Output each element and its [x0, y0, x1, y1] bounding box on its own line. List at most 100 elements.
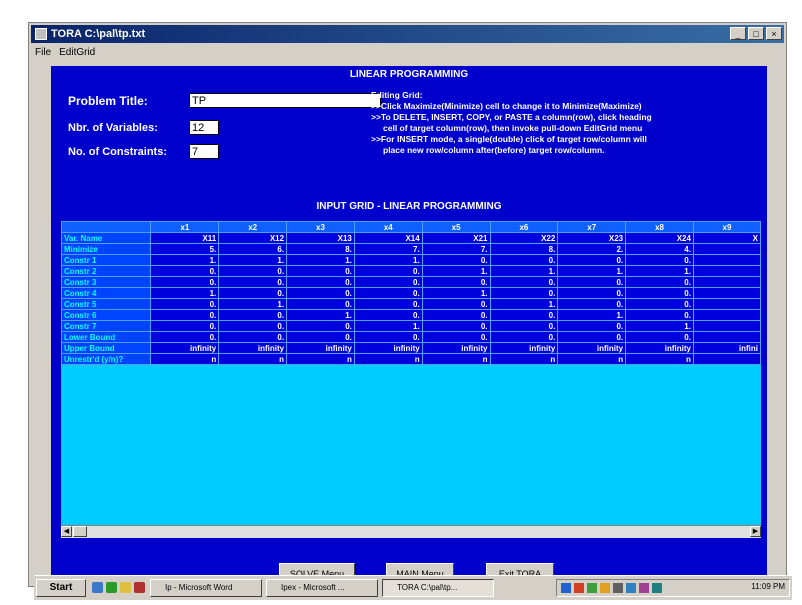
grid-corner[interactable] [61, 221, 152, 233]
grid-cell[interactable]: 0. [150, 309, 220, 321]
grid-cell[interactable] [692, 265, 761, 277]
grid-cell[interactable]: 0. [421, 309, 491, 321]
grid-cell[interactable]: 0. [625, 298, 694, 310]
grid-cell[interactable]: 0. [286, 276, 355, 288]
grid-cell[interactable]: X12 [218, 232, 288, 244]
grid-cell[interactable]: 0. [218, 331, 288, 343]
column-header[interactable]: x5 [421, 221, 491, 233]
grid-cell[interactable]: 0. [218, 265, 288, 277]
row-header[interactable]: Constr 5 [61, 298, 152, 310]
row-header[interactable]: Constr 6 [61, 309, 152, 321]
grid-cell[interactable]: 0. [353, 309, 423, 321]
grid-cell[interactable] [692, 353, 761, 365]
grid-cell[interactable]: 1. [421, 265, 491, 277]
grid-cell[interactable]: 0. [150, 331, 220, 343]
grid-cell[interactable]: infini [692, 342, 761, 354]
grid-cell[interactable]: n [286, 353, 355, 365]
grid-cell[interactable]: n [150, 353, 220, 365]
tray-update-icon[interactable] [587, 583, 597, 593]
grid-cell[interactable]: 1. [150, 254, 220, 266]
grid-cell[interactable]: 0. [150, 276, 220, 288]
column-header[interactable]: x1 [150, 221, 220, 233]
grid-cell[interactable]: 1. [489, 298, 559, 310]
grid-cell[interactable]: 6. [218, 243, 288, 255]
menu-editgrid[interactable]: EditGrid [59, 47, 95, 58]
app-launch-icon[interactable] [134, 582, 145, 593]
row-header[interactable]: Lower Bound [61, 331, 152, 343]
folder-icon[interactable] [120, 582, 131, 593]
grid-cell[interactable]: 0. [218, 276, 288, 288]
grid-cell[interactable]: 0. [557, 320, 627, 332]
desktop-icon[interactable] [106, 582, 117, 593]
menu-file[interactable]: File [35, 47, 51, 58]
grid-cell[interactable]: 8. [286, 243, 355, 255]
grid-cell[interactable]: infinity [557, 342, 627, 354]
grid-cell[interactable]: n [489, 353, 559, 365]
grid-cell[interactable]: X13 [286, 232, 355, 244]
row-header[interactable]: Constr 4 [61, 287, 152, 299]
grid-cell[interactable]: n [421, 353, 491, 365]
grid-cell[interactable]: 0. [286, 298, 355, 310]
grid-cell[interactable]: infinity [150, 342, 220, 354]
grid-cell[interactable] [692, 243, 761, 255]
grid-cell[interactable]: X11 [150, 232, 220, 244]
grid-cell[interactable]: 7. [421, 243, 491, 255]
task-tora[interactable]: TORA C:\pal\tp... [382, 579, 494, 597]
maximize-button[interactable]: □ [748, 27, 764, 40]
grid-cell[interactable]: infinity [625, 342, 694, 354]
grid-cell[interactable]: 0. [150, 320, 220, 332]
ie-icon[interactable] [92, 582, 103, 593]
row-header[interactable]: Unrestr'd (y/n)? [61, 353, 152, 365]
grid-cell[interactable]: 0. [557, 298, 627, 310]
grid-cell[interactable]: 1. [353, 254, 423, 266]
grid-cell[interactable]: 1. [625, 320, 694, 332]
grid-cell[interactable]: 4. [625, 243, 694, 255]
grid-cell[interactable]: 0. [557, 287, 627, 299]
grid-cell[interactable]: 0. [353, 298, 423, 310]
grid-cell[interactable]: 0. [218, 320, 288, 332]
column-header[interactable]: x2 [218, 221, 288, 233]
grid-cell[interactable]: 2. [557, 243, 627, 255]
grid-cell[interactable]: X24 [625, 232, 694, 244]
grid-cell[interactable]: 0. [421, 254, 491, 266]
scroll-left-icon[interactable]: ◀ [61, 526, 72, 537]
row-header[interactable]: Minimize [61, 243, 152, 255]
grid-cell[interactable]: 0. [625, 254, 694, 266]
grid-cell[interactable]: 0. [557, 331, 627, 343]
row-header[interactable]: Constr 1 [61, 254, 152, 266]
grid-cell[interactable]: X22 [489, 232, 559, 244]
grid-cell[interactable]: 1. [150, 287, 220, 299]
grid-cell[interactable]: 1. [218, 254, 288, 266]
horizontal-scrollbar[interactable]: ◀ ▶ [61, 525, 761, 538]
column-header[interactable]: x9 [692, 221, 761, 233]
column-header[interactable]: x8 [625, 221, 694, 233]
start-button[interactable]: Start [36, 579, 86, 597]
grid-cell[interactable]: infinity [218, 342, 288, 354]
grid-cell[interactable]: 0. [625, 287, 694, 299]
app-icon[interactable] [35, 28, 47, 40]
grid-cell[interactable]: 0. [286, 265, 355, 277]
close-button[interactable]: × [766, 27, 782, 40]
grid-cell[interactable]: infinity [353, 342, 423, 354]
grid-cell[interactable]: 1. [218, 298, 288, 310]
tray-messenger-icon[interactable] [600, 583, 610, 593]
column-header[interactable]: x7 [557, 221, 627, 233]
grid-cell[interactable]: 0. [489, 331, 559, 343]
grid-cell[interactable]: 1. [286, 254, 355, 266]
task-word-ipex[interactable]: Ipex - Microsoft ... [266, 579, 378, 597]
grid-cell[interactable]: 1. [557, 309, 627, 321]
grid-cell[interactable]: 8. [489, 243, 559, 255]
task-word-ip[interactable]: Ip - Microsoft Word [150, 579, 262, 597]
tray-misc-icon[interactable] [652, 583, 662, 593]
grid-cell[interactable]: 0. [489, 287, 559, 299]
grid-cell[interactable]: 1. [286, 309, 355, 321]
tray-app-icon[interactable] [639, 583, 649, 593]
grid-cell[interactable]: 0. [421, 320, 491, 332]
grid-cell[interactable]: infinity [286, 342, 355, 354]
grid-cell[interactable]: 0. [353, 287, 423, 299]
scroll-right-icon[interactable]: ▶ [750, 526, 761, 537]
grid-cell[interactable]: 0. [353, 331, 423, 343]
grid-cell[interactable]: 1. [421, 287, 491, 299]
grid-cell[interactable]: 1. [557, 265, 627, 277]
grid-cell[interactable]: X [692, 232, 761, 244]
